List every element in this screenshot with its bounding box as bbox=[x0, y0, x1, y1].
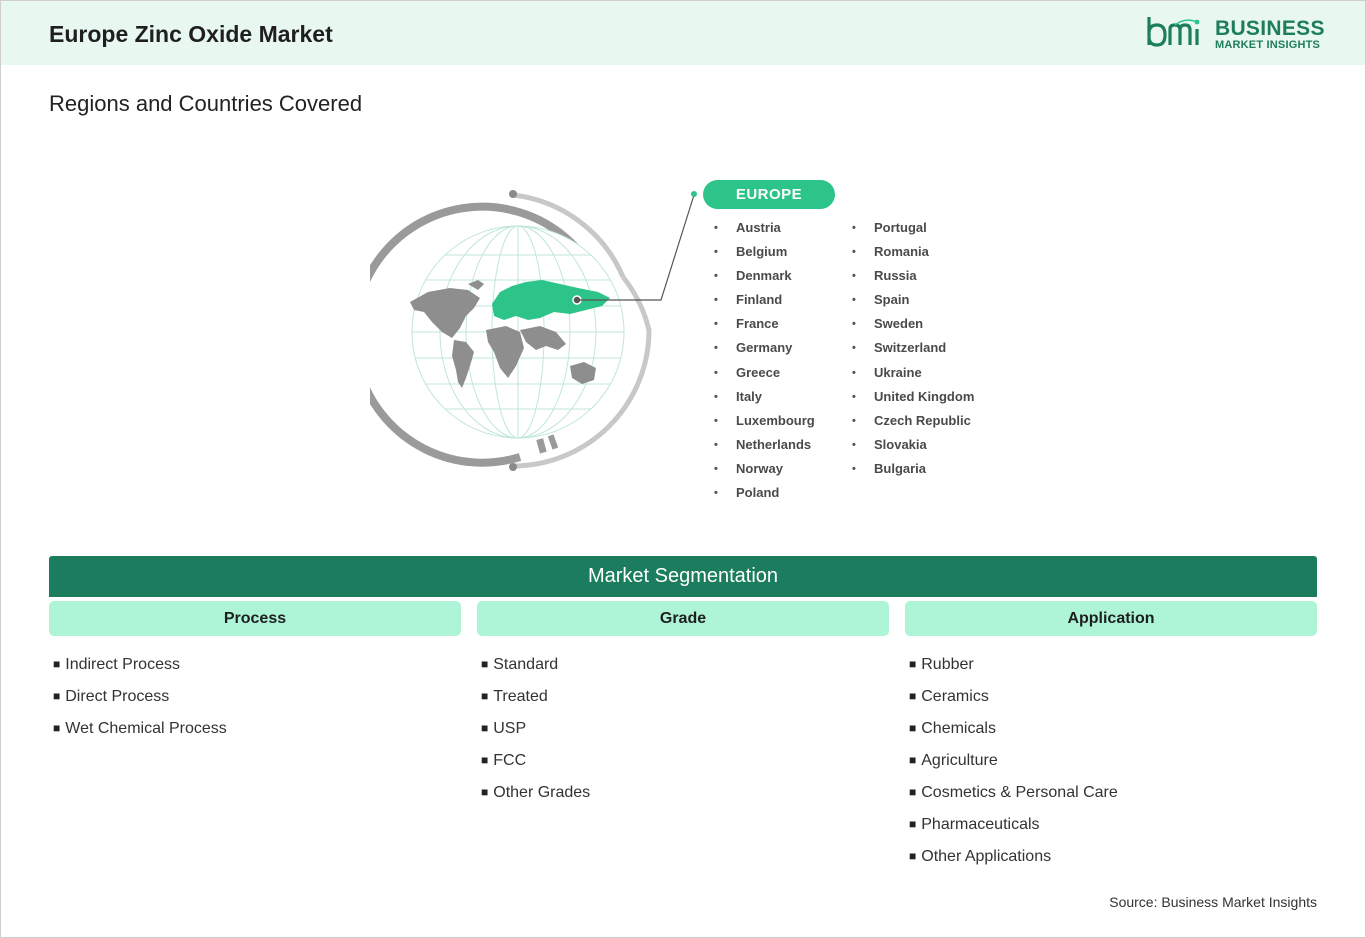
country-item: Finland bbox=[714, 292, 815, 316]
bmi-logo-mark-icon bbox=[1147, 17, 1200, 47]
country-item: Poland bbox=[714, 485, 815, 509]
segment-list-application: ■ Rubber ■ Ceramics ■ Chemicals ■ Agricultur… bbox=[909, 655, 1118, 879]
country-item: Bulgaria bbox=[852, 461, 974, 485]
country-item: Austria bbox=[714, 220, 815, 244]
country-item: France bbox=[714, 316, 815, 340]
segment-item: ■ Indirect Process bbox=[53, 656, 180, 673]
segment-item: ■ Other Grades bbox=[481, 784, 591, 801]
country-list-col2: Portugal Romania Russia Spain Sweden Swi… bbox=[852, 220, 974, 485]
country-item: Switzerland bbox=[852, 340, 974, 364]
segment-item: ■ Other Applications bbox=[909, 848, 1052, 865]
country-item: Romania bbox=[852, 244, 974, 268]
segment-item: ■ Direct Process bbox=[53, 688, 170, 705]
country-item: Russia bbox=[852, 268, 974, 292]
segment-list-process: ■ Indirect Process ■ Direct Process ■ Wet C… bbox=[53, 655, 227, 751]
segment-item: ■ Treated bbox=[481, 688, 548, 705]
source-note: Source: Business Market Insights bbox=[1109, 894, 1317, 910]
segment-item: ■ Chemicals bbox=[909, 720, 996, 737]
country-item: Greece bbox=[714, 365, 815, 389]
bmi-logo: BUSINESS MARKET INSIGHTS bbox=[1145, 15, 1325, 55]
segment-item: ■ Standard bbox=[481, 656, 559, 673]
segment-heading-grade: Grade bbox=[477, 601, 889, 636]
country-item: United Kingdom bbox=[852, 389, 974, 413]
country-item: Netherlands bbox=[714, 437, 815, 461]
header-bar: Europe Zinc Oxide Market BUSINESS MARKET… bbox=[1, 1, 1365, 65]
segment-item: ■ Wet Chemical Process bbox=[53, 720, 227, 737]
segment-heading-process: Process bbox=[49, 601, 461, 636]
country-item: Italy bbox=[714, 389, 815, 413]
page-title: Europe Zinc Oxide Market bbox=[49, 21, 333, 47]
country-item: Slovakia bbox=[852, 437, 974, 461]
country-item: Sweden bbox=[852, 316, 974, 340]
logo-wordmark-line2: MARKET INSIGHTS bbox=[1215, 39, 1321, 51]
country-item: Portugal bbox=[852, 220, 974, 244]
page-frame bbox=[0, 0, 1366, 938]
segment-item: ■ Pharmaceuticals bbox=[909, 816, 1040, 833]
country-item: Luxembourg bbox=[714, 413, 815, 437]
segment-item: ■ Rubber bbox=[909, 656, 974, 673]
segment-item: ■ Ceramics bbox=[909, 688, 989, 705]
country-item: Czech Republic bbox=[852, 413, 974, 437]
country-item: Spain bbox=[852, 292, 974, 316]
segment-item: ■ FCC bbox=[481, 752, 527, 769]
country-item: Germany bbox=[714, 340, 815, 364]
segment-item: ■ Cosmetics & Personal Care bbox=[909, 784, 1118, 801]
country-item: Denmark bbox=[714, 268, 815, 292]
segment-heading-application: Application bbox=[905, 601, 1317, 636]
region-badge-europe: EUROPE bbox=[703, 180, 835, 209]
country-item: Ukraine bbox=[852, 365, 974, 389]
section-subtitle: Regions and Countries Covered bbox=[49, 91, 363, 116]
logo-wordmark-line1: BUSINESS bbox=[1215, 17, 1325, 40]
market-segmentation-banner: Market Segmentation bbox=[49, 556, 1317, 597]
region-connector-line bbox=[577, 191, 697, 301]
segment-item: ■ Agriculture bbox=[909, 752, 998, 769]
segment-item: ■ USP bbox=[481, 720, 527, 737]
segment-list-grade: ■ Standard ■ Treated ■ USP ■ FCC ■ Other Grad… bbox=[481, 655, 590, 815]
country-list-col1: Austria Belgium Denmark Finland France G… bbox=[714, 220, 815, 509]
country-item: Belgium bbox=[714, 244, 815, 268]
country-item: Norway bbox=[714, 461, 815, 485]
